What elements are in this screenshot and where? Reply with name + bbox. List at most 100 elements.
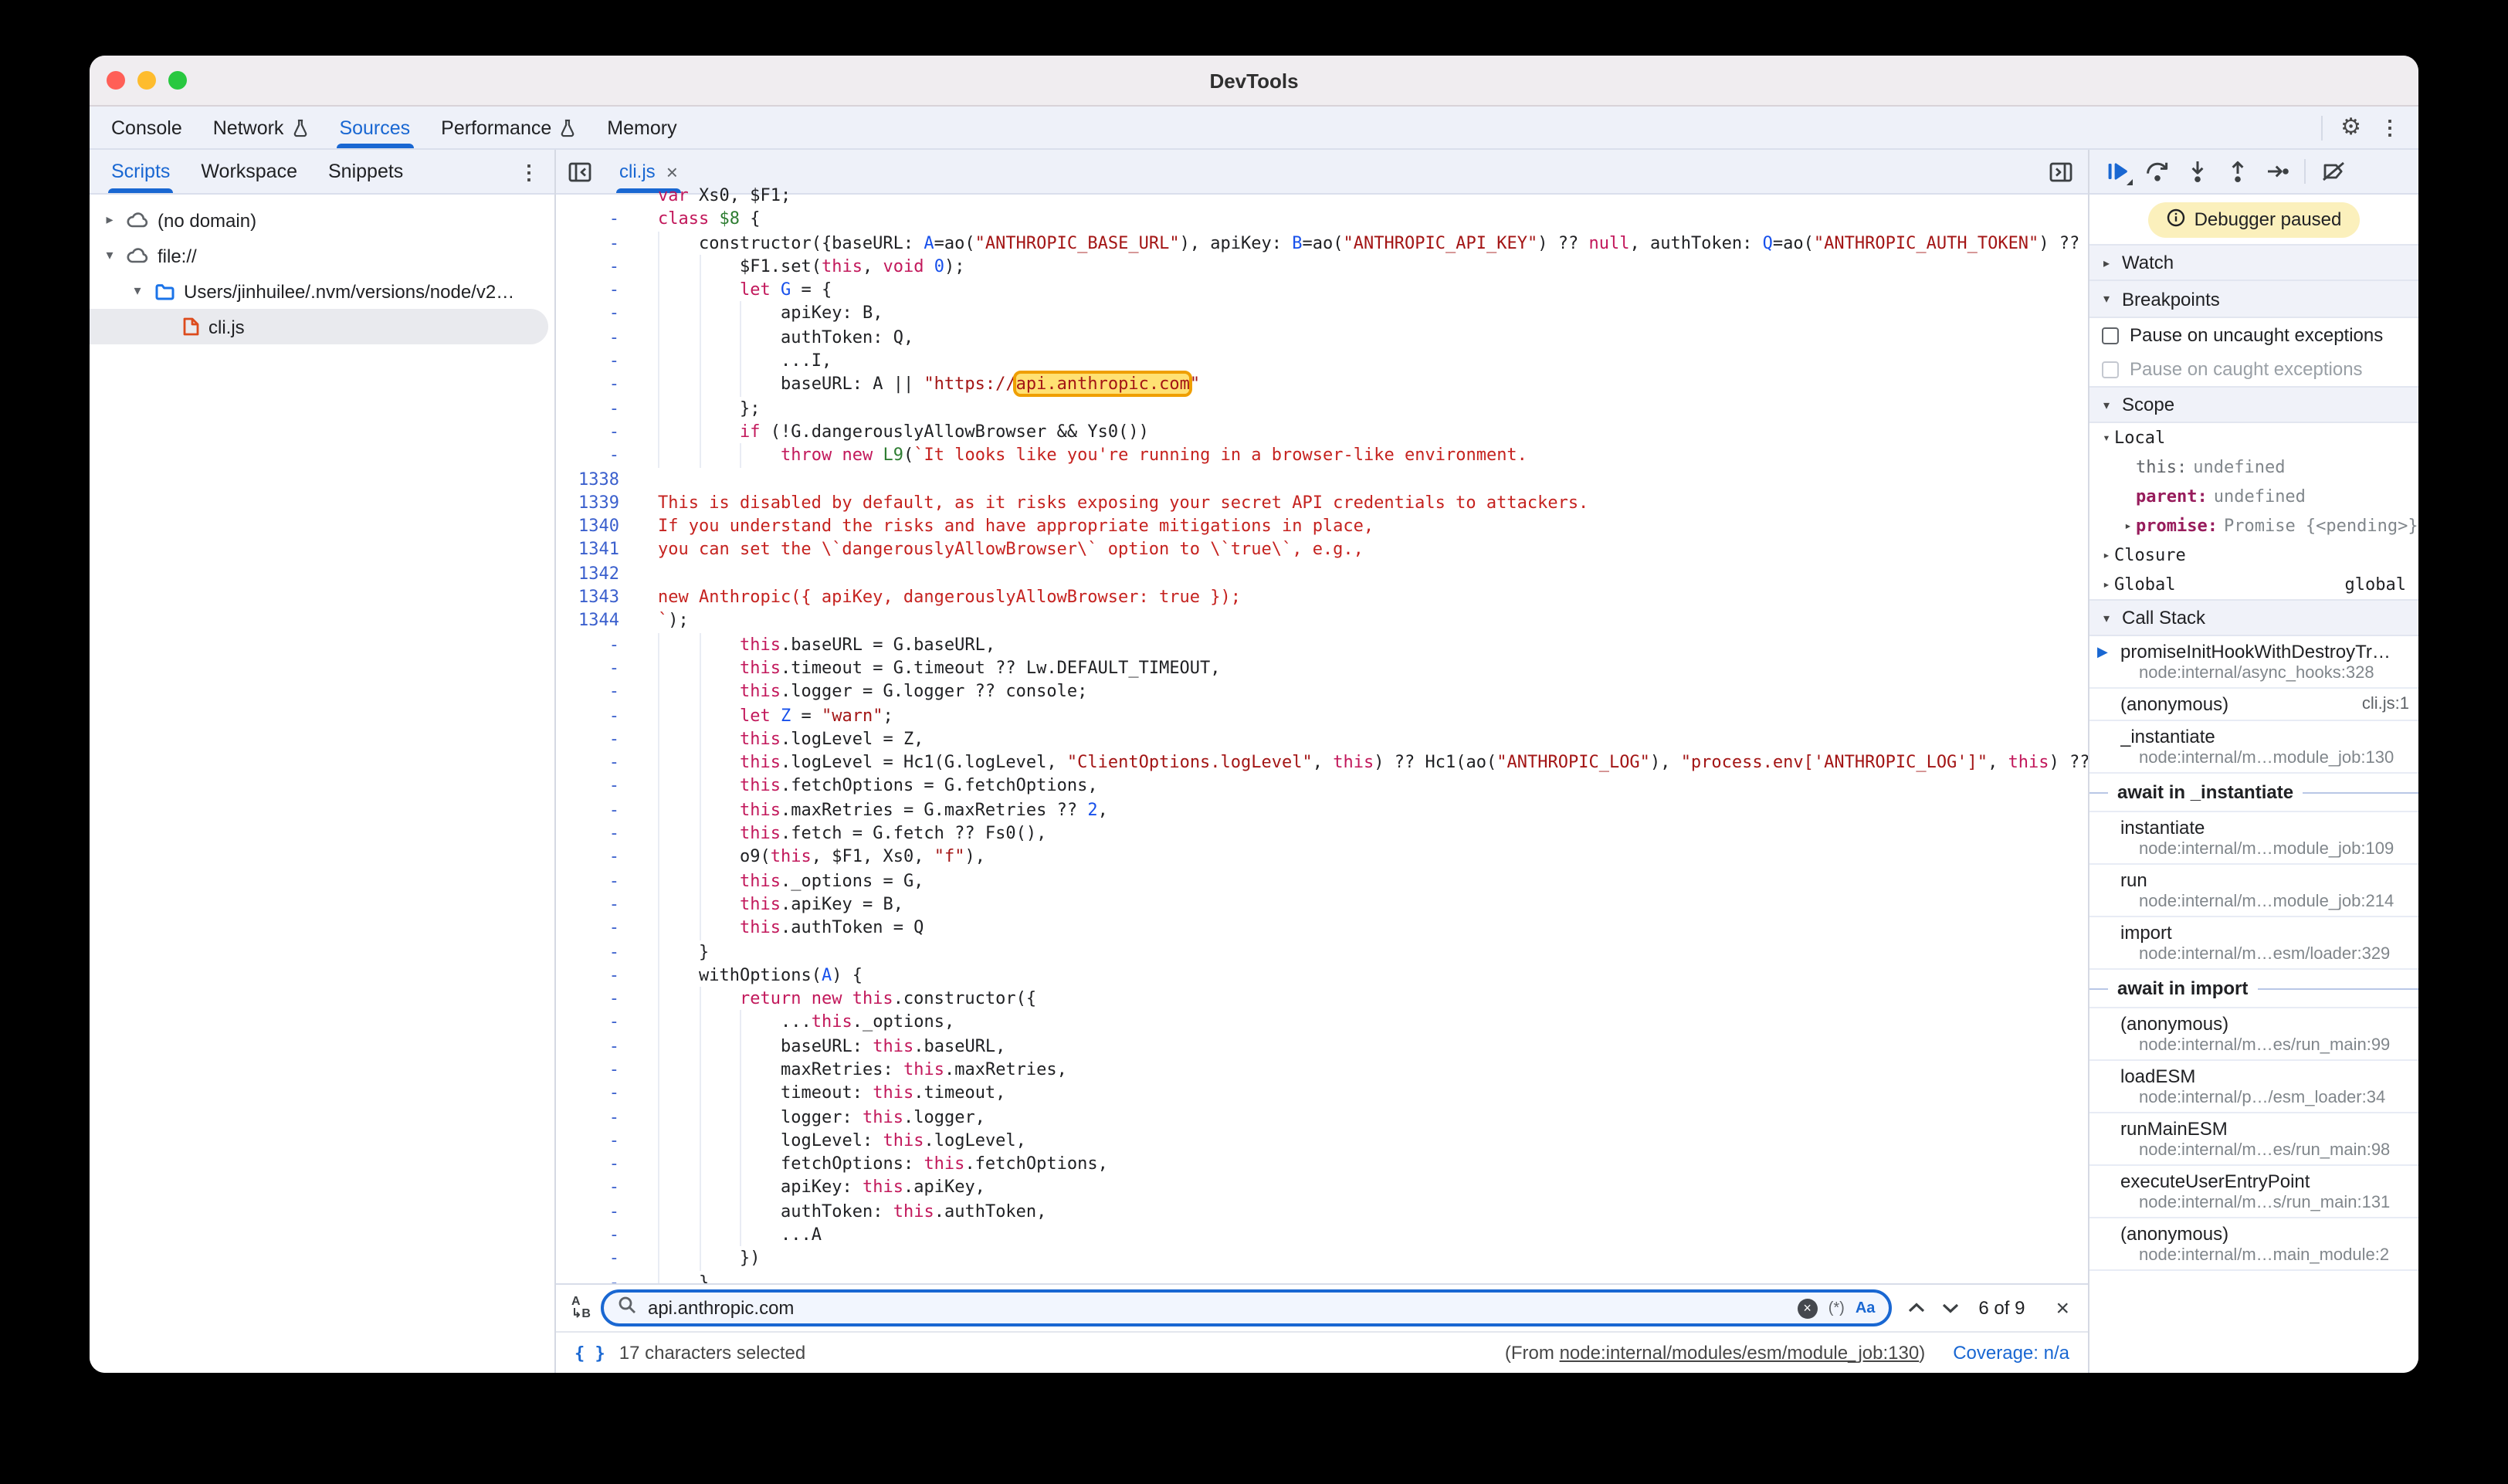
line-number[interactable]: - [556, 1082, 633, 1106]
line-number[interactable]: - [556, 1152, 633, 1176]
line-number[interactable]: - [556, 822, 633, 845]
line-number[interactable]: - [556, 774, 633, 798]
scope-property-promise[interactable]: ▸promise: Promise {<pending>} [2089, 511, 2418, 540]
line-number[interactable]: - [556, 1270, 633, 1283]
tree-item--no-domain-[interactable]: ▸(no domain) [90, 202, 548, 238]
step-icon[interactable] [2259, 154, 2295, 188]
line-number[interactable]: - [556, 373, 633, 397]
chevron-collapsed-icon[interactable]: ▸ [2120, 519, 2136, 533]
step-into-icon[interactable] [2179, 154, 2215, 188]
search-query[interactable]: api.anthropic.com [648, 1297, 1787, 1319]
chevron-expanded-icon[interactable]: ▾ [102, 247, 117, 264]
navigator-toggle-icon[interactable] [556, 161, 604, 181]
resume-icon[interactable] [2099, 154, 2134, 188]
next-match-icon[interactable] [1941, 1294, 1960, 1322]
callstack-frame[interactable]: runnode:internal/m…module_job:214 [2089, 865, 2418, 917]
scope-local[interactable]: ▾Local [2089, 423, 2418, 452]
tab-console[interactable]: Console [96, 107, 198, 148]
line-number[interactable]: 1339 [556, 491, 633, 515]
line-number[interactable]: - [556, 750, 633, 774]
callstack-frame[interactable]: runMainESMnode:internal/m…es/run_main:98 [2089, 1113, 2418, 1166]
line-number[interactable]: - [556, 396, 633, 420]
line-number[interactable] [556, 184, 633, 208]
line-number[interactable]: - [556, 1011, 633, 1035]
line-number[interactable]: - [556, 893, 633, 916]
previous-match-icon[interactable] [1907, 1294, 1926, 1322]
callstack-frame[interactable]: _instantiatenode:internal/m…module_job:1… [2089, 721, 2418, 774]
replace-toggle-icon[interactable]: A ↳B [571, 1296, 591, 1320]
navigator-tab-snippets[interactable]: Snippets [313, 150, 419, 193]
checkbox[interactable] [2102, 361, 2119, 378]
line-number[interactable]: - [556, 845, 633, 869]
match-case-toggle[interactable]: Aa [1856, 1299, 1876, 1316]
debugger-panel-toggle-icon[interactable] [2034, 161, 2088, 181]
callstack-frame[interactable]: loadESMnode:internal/p…/esm_loader:34 [2089, 1061, 2418, 1113]
step-out-icon[interactable] [2219, 154, 2255, 188]
section-scope[interactable]: ▾ Scope [2089, 386, 2418, 423]
checkbox[interactable] [2102, 327, 2119, 344]
line-number[interactable]: - [556, 940, 633, 964]
line-number[interactable]: 1342 [556, 562, 633, 586]
line-number[interactable]: - [556, 255, 633, 279]
tab-performance[interactable]: Performance [425, 107, 591, 148]
more-options-icon[interactable]: ⋮ [2380, 117, 2400, 137]
section-breakpoints[interactable]: ▾ Breakpoints [2089, 281, 2418, 318]
line-number[interactable]: - [556, 1223, 633, 1247]
chevron-expanded-icon[interactable]: ▾ [130, 283, 145, 300]
tab-sources[interactable]: Sources [324, 107, 425, 148]
callstack-frame[interactable]: instantiatenode:internal/m…module_job:10… [2089, 812, 2418, 865]
line-number[interactable]: - [556, 302, 633, 326]
breakpoint-option[interactable]: Pause on uncaught exceptions [2089, 318, 2418, 352]
close-search-icon[interactable]: × [2056, 1296, 2069, 1320]
scope-closure[interactable]: ▸Closure [2089, 540, 2418, 570]
line-number[interactable]: - [556, 231, 633, 255]
line-number[interactable]: - [556, 727, 633, 751]
line-number[interactable]: - [556, 1058, 633, 1082]
callstack-frame[interactable]: importnode:internal/m…esm/loader:329 [2089, 917, 2418, 970]
line-number[interactable]: - [556, 869, 633, 893]
line-number[interactable]: - [556, 1129, 633, 1153]
line-number[interactable]: - [556, 798, 633, 822]
source-file-link[interactable]: node:internal/modules/esm/module_job:130 [1560, 1342, 1920, 1364]
line-number[interactable]: 1344 [556, 609, 633, 633]
line-number[interactable]: - [556, 916, 633, 940]
line-number[interactable]: - [556, 679, 633, 703]
line-number[interactable]: - [556, 208, 633, 232]
tab-network[interactable]: Network [198, 107, 324, 148]
tree-item-users-jinhuilee-nvm-versions-node-v2-[interactable]: ▾Users/jinhuilee/.nvm/versions/node/v2… [90, 273, 548, 309]
search-input[interactable]: api.anthropic.com × (*) Aa [602, 1289, 1892, 1326]
tree-item-cli-js[interactable]: cli.js [90, 309, 548, 344]
line-number[interactable]: - [556, 1034, 633, 1058]
scope-global[interactable]: ▸Globalglobal [2089, 570, 2418, 599]
line-number[interactable]: 1340 [556, 514, 633, 538]
section-callstack[interactable]: ▾ Call Stack [2089, 599, 2418, 636]
coverage-link[interactable]: Coverage: n/a [1953, 1342, 2069, 1364]
line-number[interactable]: - [556, 444, 633, 468]
callstack-frame[interactable]: executeUserEntryPointnode:internal/m…s/r… [2089, 1166, 2418, 1218]
line-number[interactable]: - [556, 632, 633, 656]
pretty-print-icon[interactable]: { } [574, 1343, 605, 1363]
line-number[interactable]: - [556, 278, 633, 302]
line-number[interactable]: - [556, 656, 633, 680]
scope-property-parent[interactable]: parent: undefined [2089, 482, 2418, 511]
navigator-tab-workspace[interactable]: Workspace [185, 150, 313, 193]
chevron-collapsed-icon[interactable]: ▸ [102, 212, 117, 229]
deactivate-breakpoints-icon[interactable] [2315, 154, 2350, 188]
callstack-frame[interactable]: ▶promiseInitHookWithDestroyTr…node:inter… [2089, 636, 2418, 689]
navigator-tab-scripts[interactable]: Scripts [96, 150, 185, 193]
scope-property-this[interactable]: this: undefined [2089, 452, 2418, 482]
breakpoint-option[interactable]: Pause on caught exceptions [2089, 352, 2418, 386]
line-number[interactable]: - [556, 987, 633, 1011]
code-editor[interactable]: var Xs0, $F1;-class $8 {-constructor({ba… [556, 184, 2088, 1283]
line-number[interactable]: - [556, 703, 633, 727]
callstack-frame[interactable]: (anonymous)cli.js:1 [2089, 689, 2418, 721]
line-number[interactable]: - [556, 1200, 633, 1224]
line-number[interactable]: - [556, 1105, 633, 1129]
line-number[interactable]: - [556, 326, 633, 350]
settings-gear-icon[interactable]: ⚙ [2340, 116, 2361, 139]
regex-toggle[interactable]: (*) [1828, 1299, 1845, 1316]
line-number[interactable]: 1341 [556, 538, 633, 562]
line-number[interactable]: - [556, 1176, 633, 1200]
callstack-frame[interactable]: (anonymous)node:internal/m…main_module:2 [2089, 1218, 2418, 1271]
step-over-icon[interactable] [2139, 154, 2174, 188]
